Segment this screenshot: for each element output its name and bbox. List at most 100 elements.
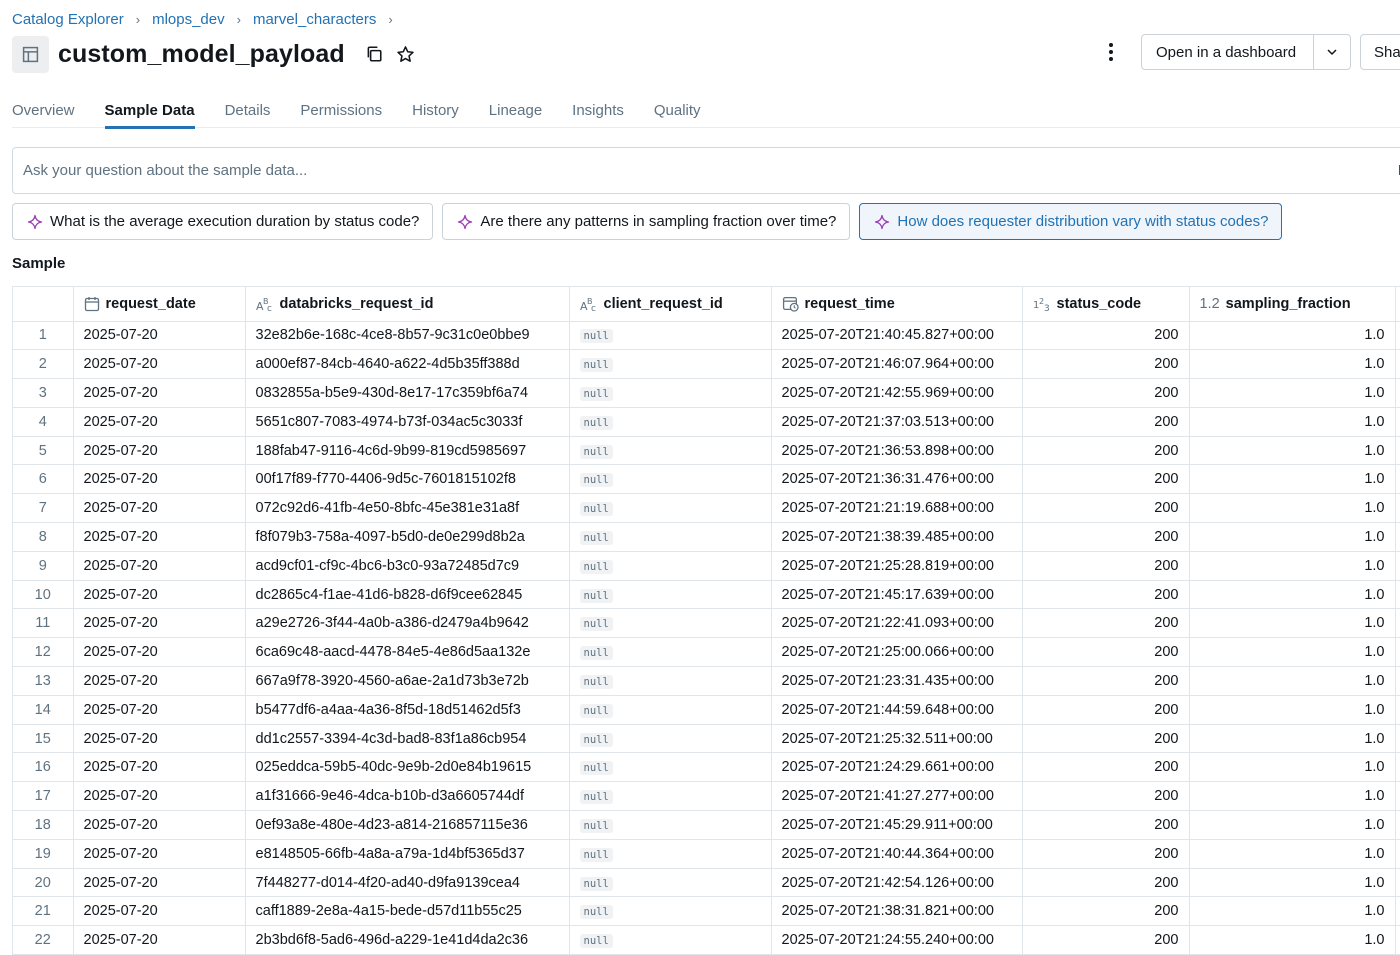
databricks-request-id-cell: 5651c807-7083-4974-b73f-034ac5c3033f [245,407,570,437]
row-number-header [13,287,74,322]
status-code-cell: 200 [1022,637,1190,668]
table-row[interactable]: 21 2025-07-20 caff1889-2e8a-4a15-bede-d57d… [13,896,1400,927]
null-badge: null [579,329,613,344]
share-button[interactable]: Sha [1360,34,1400,70]
table-row[interactable]: 1 2025-07-20 32e82b6e-168c-4ce8-8b57-9c31c… [13,321,1400,351]
column-header-databricks-request-id[interactable]: ABc databricks_request_id [245,287,570,322]
suggestion-label: Are there any patterns in sampling fract… [480,213,837,230]
table-row[interactable]: 19 2025-07-20 e8148505-66fb-4a8a-a79a-1d4b… [13,839,1400,869]
table-row[interactable]: 6 2025-07-20 00f17f89-f770-4406-9d5c-76018… [13,464,1400,495]
table-row[interactable]: 13 2025-07-20 667a9f78-3920-4560-a6ae-2a1d… [13,666,1400,696]
null-badge: null [579,559,613,574]
sample-data-table: request_date ABc databricks_request_id A… [13,287,1400,955]
column-header-request-time[interactable]: request_time [771,287,1023,322]
string-type-icon: ABc [256,296,274,312]
table-row[interactable]: 5 2025-07-20 188fab47-9116-4c6d-9b99-819cd… [13,436,1400,466]
overflow-cell [1395,781,1400,812]
ask-question-input[interactable]: Ask your question about the sample data.… [12,147,1400,194]
sampling-fraction-cell: 1.0 [1189,321,1396,351]
table-row[interactable]: 11 2025-07-20 a29e2726-3f44-4a0b-a386-d247… [13,608,1400,639]
row-number-cell: 15 [13,724,74,754]
status-code-cell: 200 [1022,666,1190,696]
tab-history[interactable]: History [412,98,459,128]
sampling-fraction-cell: 1.0 [1189,868,1396,898]
table-row[interactable]: 22 2025-07-20 2b3bd6f8-5ad6-496d-a229-1e41… [13,925,1400,955]
copy-icon[interactable] [363,43,385,65]
databricks-request-id-cell: 188fab47-9116-4c6d-9b99-819cd5985697 [245,436,570,466]
sample-data-grid[interactable]: request_date ABc databricks_request_id A… [12,286,1400,955]
databricks-request-id-cell: dd1c2557-3394-4c3d-bad8-83f1a86cb954 [245,724,570,754]
column-header-client-request-id[interactable]: ABc client_request_id [569,287,772,322]
request-time-cell: 2025-07-20T21:24:55.240+00:00 [771,925,1023,955]
overflow-cell [1395,436,1400,466]
calendar-icon [84,296,100,312]
status-code-cell: 200 [1022,608,1190,639]
tab-details[interactable]: Details [225,98,271,128]
sampling-fraction-cell: 1.0 [1189,695,1396,725]
table-row[interactable]: 4 2025-07-20 5651c807-7083-4974-b73f-034ac… [13,407,1400,437]
sparkle-icon [27,214,43,229]
request-date-cell: 2025-07-20 [73,608,246,639]
ask-question-placeholder: Ask your question about the sample data.… [23,162,308,179]
open-dashboard-split-button: Open in a dashboard [1141,34,1351,70]
overflow-cell [1395,464,1400,495]
column-name: request_time [804,295,895,312]
client-request-id-cell: null [569,839,772,869]
table-row[interactable]: 2 2025-07-20 a000ef87-84cb-4640-a622-4d5b3… [13,349,1400,380]
chevron-down-icon[interactable] [1314,35,1350,69]
sampling-fraction-cell: 1.0 [1189,896,1396,927]
request-time-cell: 2025-07-20T21:36:53.898+00:00 [771,436,1023,466]
tab-insights[interactable]: Insights [572,98,624,128]
status-code-cell: 200 [1022,493,1190,524]
suggestion-chip-selected[interactable]: How does requester distribution vary wit… [859,203,1283,240]
databricks-request-id-cell: 0832855a-b5e9-430d-8e17-17c359bf6a74 [245,378,570,408]
table-row[interactable]: 18 2025-07-20 0ef93a8e-480e-4d23-a814-2168… [13,810,1400,840]
star-icon[interactable] [395,43,417,65]
table-row[interactable]: 12 2025-07-20 6ca69c48-aacd-4478-84e5-4e86… [13,637,1400,668]
table-row[interactable]: 10 2025-07-20 dc2865c4-f1ae-41d6-b828-d6f9… [13,580,1400,610]
suggestion-chip[interactable]: Are there any patterns in sampling fract… [442,203,851,240]
databricks-request-id-cell: caff1889-2e8a-4a15-bede-d57d11b55c25 [245,896,570,927]
column-header-request-date[interactable]: request_date [73,287,246,322]
tab-overview[interactable]: Overview [12,98,75,128]
request-date-cell: 2025-07-20 [73,464,246,495]
sampling-fraction-cell: 1.0 [1189,522,1396,552]
table-row[interactable]: 17 2025-07-20 a1f31666-9e46-4dca-b10b-d3a6… [13,781,1400,812]
tab-quality[interactable]: Quality [654,98,701,128]
databricks-request-id-cell: f8f079b3-758a-4097-b5d0-de0e299d8b2a [245,522,570,552]
table-row[interactable]: 14 2025-07-20 b5477df6-a4aa-4a36-8f5d-18d5… [13,695,1400,725]
client-request-id-cell: null [569,752,772,783]
column-header-sampling-fraction[interactable]: 1.2 sampling_fraction [1189,287,1396,322]
tab-lineage[interactable]: Lineage [489,98,542,128]
table-row[interactable]: 15 2025-07-20 dd1c2557-3394-4c3d-bad8-83f1… [13,724,1400,754]
client-request-id-cell: null [569,925,772,955]
table-row[interactable]: 16 2025-07-20 025eddca-59b5-40dc-9e9b-2d0e… [13,752,1400,783]
tab-permissions[interactable]: Permissions [300,98,382,128]
overflow-cell [1395,321,1400,351]
tab-sample-data[interactable]: Sample Data [104,98,195,129]
table-row[interactable]: 8 2025-07-20 f8f079b3-758a-4097-b5d0-de0e2… [13,522,1400,552]
breadcrumb-catalog-explorer[interactable]: Catalog Explorer [12,11,124,28]
column-header-status-code[interactable]: 123 status_code [1022,287,1190,322]
open-dashboard-button[interactable]: Open in a dashboard [1142,35,1314,69]
null-badge: null [579,847,613,862]
sampling-fraction-cell: 1.0 [1189,551,1396,581]
sampling-fraction-cell: 1.0 [1189,349,1396,380]
ask-trailing-button[interactable]: Be [1386,148,1400,193]
column-name: databricks_request_id [279,295,434,312]
request-date-cell: 2025-07-20 [73,810,246,840]
suggestion-chip[interactable]: What is the average execution duration b… [12,203,434,240]
title-row: custom_model_payload [12,35,417,73]
chevron-right-icon: › [388,11,393,27]
request-date-cell: 2025-07-20 [73,839,246,869]
more-options-icon[interactable] [1100,40,1122,64]
table-row[interactable]: 9 2025-07-20 acd9cf01-cf9c-4bc6-b3c0-93a72… [13,551,1400,581]
breadcrumb-catalog[interactable]: mlops_dev [152,11,225,28]
null-badge: null [579,473,613,488]
table-row[interactable]: 7 2025-07-20 072c92d6-41fb-4e50-8bfc-45e38… [13,493,1400,524]
column-name: client_request_id [603,295,723,312]
breadcrumb-schema[interactable]: marvel_characters [253,11,376,28]
overflow-cell [1395,522,1400,552]
table-row[interactable]: 20 2025-07-20 7f448277-d014-4f20-ad40-d9fa… [13,868,1400,898]
table-row[interactable]: 3 2025-07-20 0832855a-b5e9-430d-8e17-17c35… [13,378,1400,408]
